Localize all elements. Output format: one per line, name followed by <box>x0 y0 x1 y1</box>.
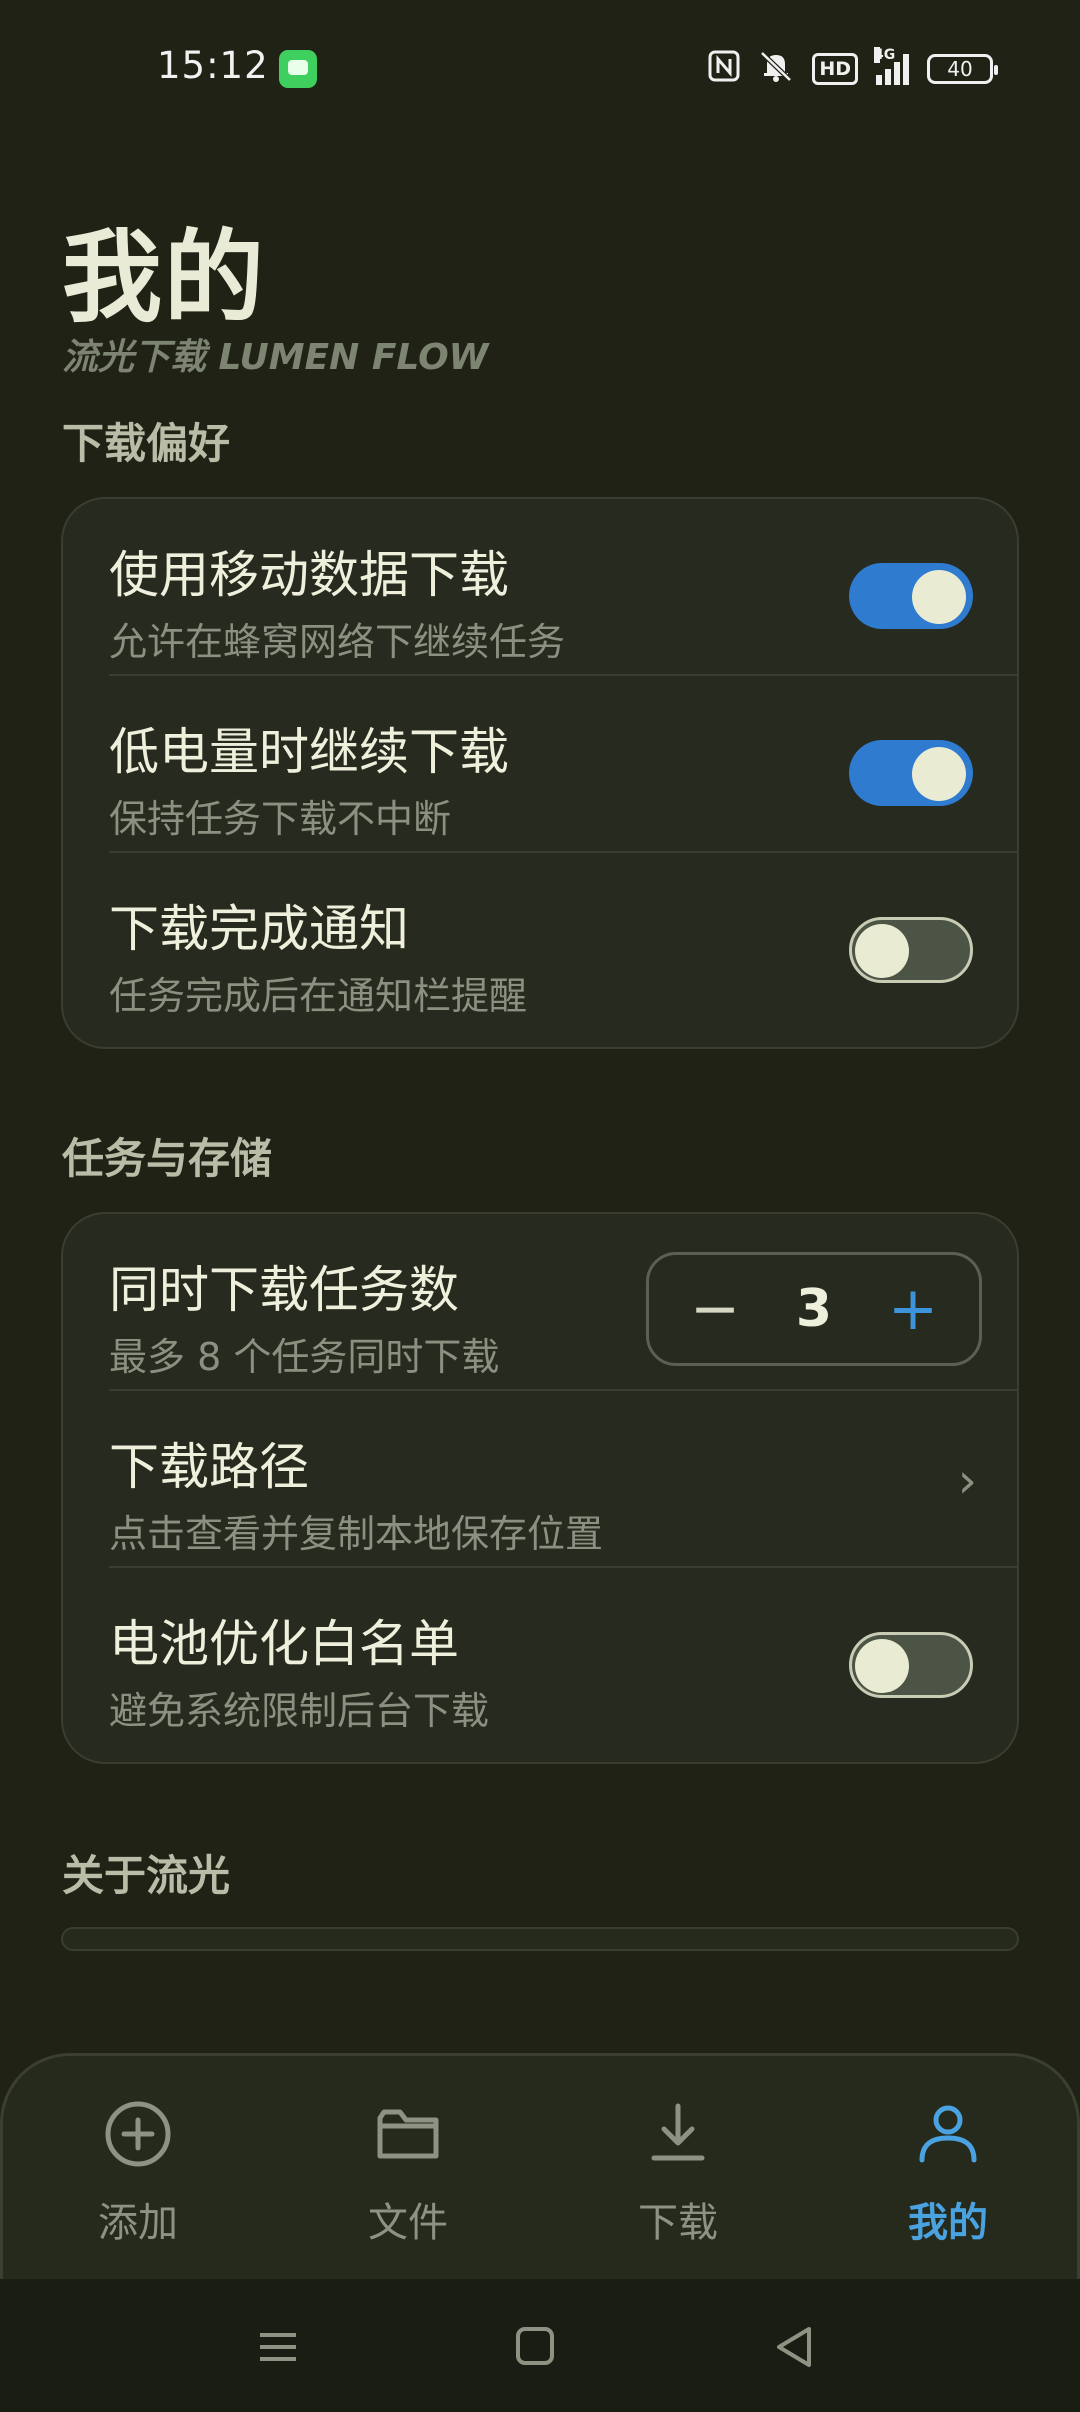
screen: 15:12 HD 4G 40 我的 流光下载 LUMEN FLOW 下载偏好 使… <box>0 0 1080 2412</box>
battery-whitelist-toggle[interactable] <box>849 1632 973 1698</box>
about-card <box>61 1927 1019 1951</box>
increment-button[interactable]: + <box>883 1279 943 1339</box>
menu-icon[interactable] <box>248 2319 308 2375</box>
setting-row-low-battery[interactable]: 低电量时继续下载 保持任务下载不中断 <box>63 676 1017 853</box>
section-title-about: 关于流光 <box>62 1851 231 1900</box>
setting-title: 下载完成通知 <box>109 900 409 958</box>
setting-title: 低电量时继续下载 <box>109 723 509 781</box>
setting-title: 同时下载任务数 <box>109 1261 459 1319</box>
status-time: 15:12 <box>157 44 269 87</box>
setting-row-concurrent: 同时下载任务数 最多 8 个任务同时下载 − 3 + <box>63 1214 1017 1391</box>
toggle-knob <box>912 570 966 624</box>
setting-subtitle: 避免系统限制后台下载 <box>109 1689 490 1733</box>
nfc-icon <box>708 50 740 88</box>
nav-label: 我的 <box>908 2200 988 2246</box>
nav-item-files[interactable]: 文件 <box>308 2096 508 2248</box>
complete-notify-toggle[interactable] <box>849 917 973 983</box>
nav-label: 文件 <box>368 2200 448 2246</box>
setting-row-battery-whitelist[interactable]: 电池优化白名单 避免系统限制后台下载 <box>63 1568 1017 1745</box>
setting-subtitle: 允许在蜂窝网络下继续任务 <box>109 620 566 664</box>
toggle-knob <box>912 747 966 801</box>
toggle-knob <box>855 1639 909 1693</box>
add-circle-icon <box>105 2101 171 2167</box>
setting-title: 电池优化白名单 <box>109 1615 459 1673</box>
mute-bell-icon <box>758 50 794 88</box>
setting-subtitle: 点击查看并复制本地保存位置 <box>109 1512 604 1556</box>
chevron-right-icon[interactable]: › <box>958 1453 977 1509</box>
setting-subtitle: 最多 8 个任务同时下载 <box>109 1335 500 1379</box>
download-prefs-card: 使用移动数据下载 允许在蜂窝网络下继续任务 低电量时继续下载 保持任务下载不中断… <box>61 497 1019 1049</box>
page-title: 我的 <box>62 219 266 336</box>
setting-title: 下载路径 <box>109 1438 309 1496</box>
network-type: 4G <box>874 47 896 63</box>
setting-row-download-path[interactable]: 下载路径 点击查看并复制本地保存位置 › <box>63 1391 1017 1568</box>
setting-subtitle: 任务完成后在通知栏提醒 <box>109 974 528 1018</box>
nav-label: 添加 <box>98 2200 178 2246</box>
back-icon[interactable] <box>765 2319 825 2375</box>
nav-item-add[interactable]: 添加 <box>38 2096 238 2248</box>
status-icons: HD 4G 40 <box>708 47 998 90</box>
nav-item-me[interactable]: 我的 <box>848 2096 1048 2248</box>
toggle-knob <box>855 924 909 978</box>
hd-badge: HD <box>812 53 858 85</box>
section-title-download-prefs: 下载偏好 <box>62 419 231 468</box>
tasks-storage-card: 同时下载任务数 最多 8 个任务同时下载 − 3 + 下载路径 点击查看并复制本… <box>61 1212 1019 1764</box>
battery-icon: 40 <box>927 54 998 84</box>
person-icon <box>919 2105 977 2163</box>
setting-title: 使用移动数据下载 <box>109 546 509 604</box>
decrement-button[interactable]: − <box>685 1279 745 1339</box>
concurrent-tasks-value: 3 <box>795 1279 833 1339</box>
status-bar: 15:12 HD 4G 40 <box>0 0 1080 140</box>
folder-icon <box>377 2109 439 2159</box>
setting-subtitle: 保持任务下载不中断 <box>109 797 452 841</box>
system-nav-bar <box>0 2279 1080 2412</box>
low-battery-toggle[interactable] <box>849 740 973 806</box>
signal-icon: 4G <box>874 47 909 85</box>
setting-row-mobile-data[interactable]: 使用移动数据下载 允许在蜂窝网络下继续任务 <box>63 499 1017 676</box>
download-icon <box>651 2103 705 2161</box>
home-icon[interactable] <box>505 2319 565 2375</box>
concurrent-tasks-stepper: − 3 + <box>646 1252 982 1366</box>
message-app-icon <box>279 50 317 88</box>
section-title-tasks-storage: 任务与存储 <box>62 1134 273 1183</box>
nav-item-downloads[interactable]: 下载 <box>578 2096 778 2248</box>
setting-row-complete-notify[interactable]: 下载完成通知 任务完成后在通知栏提醒 <box>63 853 1017 1030</box>
page-subtitle: 流光下载 LUMEN FLOW <box>62 337 489 378</box>
bottom-nav: 添加 文件 下载 我的 <box>0 2053 1080 2279</box>
mobile-data-toggle[interactable] <box>849 563 973 629</box>
nav-label: 下载 <box>638 2200 718 2246</box>
